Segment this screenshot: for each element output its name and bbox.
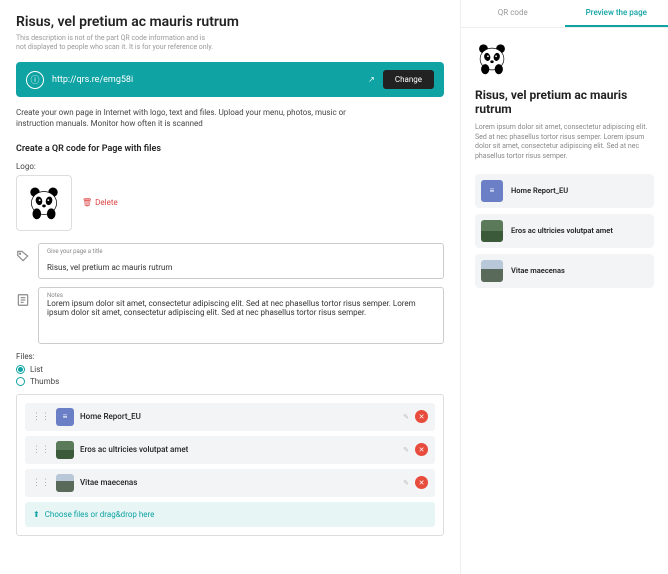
notes-textarea[interactable]: [47, 299, 435, 335]
file-thumb: [56, 474, 74, 492]
file-name: Home Report_EU: [80, 412, 397, 421]
drag-handle-icon[interactable]: ⋮⋮: [32, 478, 50, 488]
preview-file-item[interactable]: Vitae maecenas: [475, 254, 654, 288]
helper-text: Create your own page in Internet with lo…: [16, 107, 346, 129]
notes-field-label: Notes: [47, 292, 435, 299]
remove-file-button[interactable]: ✕: [415, 410, 428, 423]
url-bar: ⓘ http://qrs.re/emg58i ↗ Change: [16, 62, 444, 97]
radio-thumbs[interactable]: Thumbs: [16, 377, 444, 386]
delete-logo-button[interactable]: 🗑 Delete: [82, 198, 118, 207]
preview-description: Lorem ipsum dolor sit amet, consectetur …: [475, 123, 654, 162]
file-thumb: ≡: [56, 408, 74, 426]
file-thumb: [481, 220, 503, 242]
preview-file-item[interactable]: Eros ac ultricies volutpat amet: [475, 214, 654, 248]
radio-list[interactable]: List: [16, 365, 444, 374]
title-field-wrap[interactable]: Give your page a title: [38, 243, 444, 279]
title-input[interactable]: [47, 263, 435, 272]
file-item: ⋮⋮ ≡ Home Report_EU ✎ ✕: [25, 403, 435, 431]
preview-tabs: QR code Preview the page: [461, 0, 668, 28]
files-label: Files:: [16, 352, 444, 361]
preview-file-item[interactable]: ≡ Home Report_EU: [475, 174, 654, 208]
page-subtitle: This description is not of the part QR c…: [16, 34, 216, 52]
preview-logo: [475, 42, 509, 76]
drag-handle-icon[interactable]: ⋮⋮: [32, 445, 50, 455]
info-icon: ⓘ: [26, 71, 44, 89]
drag-handle-icon[interactable]: ⋮⋮: [32, 412, 50, 422]
files-box: ⋮⋮ ≡ Home Report_EU ✎ ✕ ⋮⋮ Eros ac ultri…: [16, 394, 444, 536]
notes-icon: [16, 293, 30, 307]
trash-icon: 🗑: [82, 198, 92, 207]
change-button[interactable]: Change: [383, 70, 434, 89]
logo-preview: [16, 175, 72, 231]
tag-icon: [16, 249, 30, 263]
edit-icon[interactable]: ✎: [403, 413, 409, 421]
tab-preview[interactable]: Preview the page: [565, 0, 668, 27]
notes-field-wrap[interactable]: Notes: [38, 287, 444, 344]
file-thumb: ≡: [481, 180, 503, 202]
file-dropzone[interactable]: ⬆ Choose files or drag&drop here: [25, 502, 435, 527]
page-title: Risus, vel pretium ac mauris rutrum: [16, 14, 444, 30]
file-thumb: [481, 260, 503, 282]
qr-url: http://qrs.re/emg58i: [52, 75, 360, 85]
upload-icon: ⬆: [33, 510, 40, 519]
title-field-label: Give your page a title: [47, 248, 435, 255]
edit-icon[interactable]: ✎: [403, 446, 409, 454]
file-thumb: [56, 441, 74, 459]
preview-pane: Risus, vel pretium ac mauris rutrum Lore…: [461, 28, 668, 574]
edit-icon[interactable]: ✎: [403, 479, 409, 487]
preview-title: Risus, vel pretium ac mauris rutrum: [475, 88, 654, 117]
remove-file-button[interactable]: ✕: [415, 476, 428, 489]
file-item: ⋮⋮ Vitae maecenas ✎ ✕: [25, 469, 435, 497]
logo-label: Logo:: [16, 162, 444, 171]
tab-qr-code[interactable]: QR code: [461, 0, 565, 27]
remove-file-button[interactable]: ✕: [415, 443, 428, 456]
external-link-icon[interactable]: ↗: [368, 75, 375, 84]
file-name: Vitae maecenas: [80, 478, 397, 487]
file-item: ⋮⋮ Eros ac ultricies volutpat amet ✎ ✕: [25, 436, 435, 464]
section-title: Create a QR code for Page with files: [16, 144, 444, 154]
file-name: Eros ac ultricies volutpat amet: [80, 445, 397, 454]
